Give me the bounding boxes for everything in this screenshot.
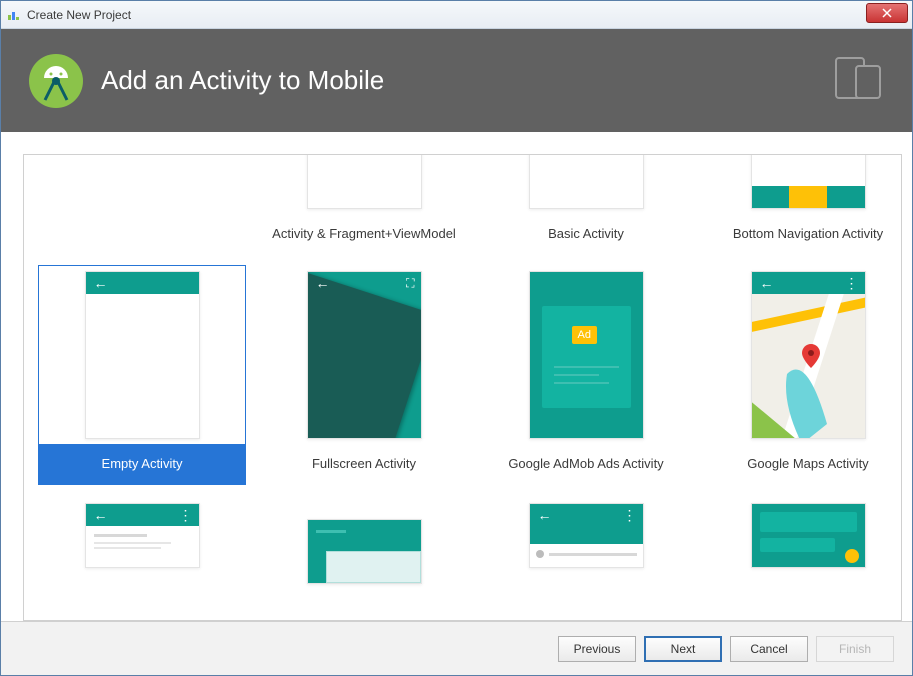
- ad-badge: Ad: [572, 326, 597, 344]
- android-logo-icon: [29, 54, 83, 108]
- back-arrow-icon: ←: [94, 275, 108, 291]
- cancel-button[interactable]: Cancel: [730, 636, 808, 662]
- map-pin-icon: [802, 344, 820, 371]
- back-arrow-icon: ←: [760, 275, 774, 291]
- template-label: Google AdMob Ads Activity: [482, 445, 690, 485]
- template-label: Bottom Navigation Activity: [704, 215, 902, 255]
- next-button[interactable]: Next: [644, 636, 722, 662]
- template-card[interactable]: [704, 495, 902, 575]
- template-card[interactable]: [260, 495, 468, 575]
- more-icon: ⋮: [845, 275, 857, 292]
- template-card-fullscreen-activity[interactable]: ← ⛶ Fullscreen Activity: [260, 265, 468, 485]
- previous-button[interactable]: Previous: [558, 636, 636, 662]
- back-arrow-icon: ←: [316, 275, 330, 291]
- template-scroll-area[interactable]: Activity & Fragment+ViewModel + Basic Ac…: [23, 154, 902, 621]
- devices-icon: [834, 56, 884, 106]
- finish-button: Finish: [816, 636, 894, 662]
- template-card[interactable]: ←⋮: [38, 495, 246, 575]
- template-label: Fullscreen Activity: [260, 445, 468, 485]
- back-arrow-icon: ←: [94, 507, 108, 523]
- dialog-window: Create New Project Add an Activity to Mo…: [0, 0, 913, 676]
- template-card-basic-activity[interactable]: + Basic Activity: [482, 154, 690, 255]
- template-card[interactable]: ←⋮: [482, 495, 690, 575]
- back-arrow-icon: ←: [538, 507, 552, 523]
- template-grid: Activity & Fragment+ViewModel + Basic Ac…: [38, 154, 887, 575]
- content-area: Activity & Fragment+ViewModel + Basic Ac…: [1, 132, 912, 621]
- template-label: Activity & Fragment+ViewModel: [260, 215, 468, 255]
- more-icon: ⋮: [179, 507, 191, 524]
- header: Add an Activity to Mobile: [1, 29, 912, 132]
- fullscreen-icon: ⛶: [406, 276, 414, 291]
- more-icon: ⋮: [623, 507, 635, 524]
- window-title: Create New Project: [27, 8, 131, 22]
- template-card-activity-fragment-viewmodel[interactable]: Activity & Fragment+ViewModel: [260, 154, 468, 255]
- template-card-bottom-navigation[interactable]: Bottom Navigation Activity: [704, 154, 902, 255]
- footer: Previous Next Cancel Finish: [1, 621, 912, 675]
- template-label: Google Maps Activity: [704, 445, 902, 485]
- template-card-google-maps[interactable]: ←⋮ Googl: [704, 265, 902, 485]
- close-button[interactable]: [866, 3, 908, 23]
- android-studio-icon: [5, 7, 21, 23]
- template-label: Basic Activity: [482, 215, 690, 255]
- titlebar: Create New Project: [1, 1, 912, 29]
- template-label: Empty Activity: [38, 445, 246, 485]
- template-card-empty-activity[interactable]: ← Empty Activity: [38, 265, 246, 485]
- header-title: Add an Activity to Mobile: [101, 65, 816, 96]
- template-card-admob[interactable]: Ad Google AdMob Ads Activity: [482, 265, 690, 485]
